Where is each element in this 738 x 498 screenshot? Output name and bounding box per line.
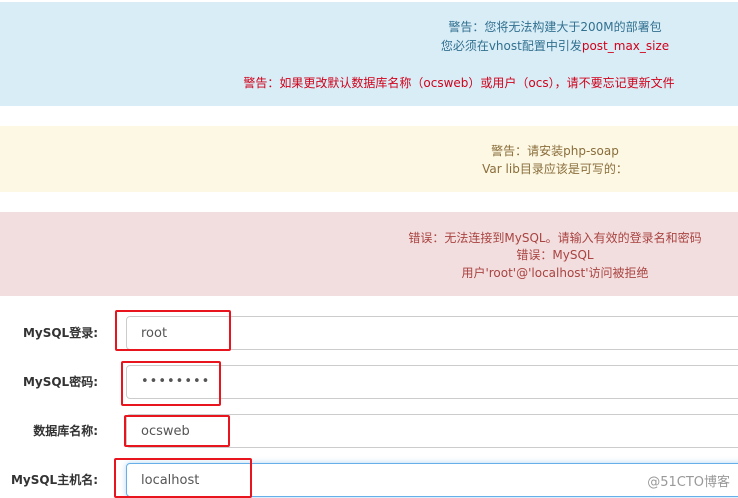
watermark: @51CTO博客 bbox=[647, 475, 730, 490]
mysql-login-input[interactable] bbox=[126, 316, 738, 350]
mysql-login-label: MySQL登录: bbox=[22, 326, 98, 340]
mysql-host-label: MySQL主机名: bbox=[10, 473, 98, 487]
warning-alert-line2: Var lib目录应该是可写的： bbox=[482, 162, 628, 176]
mysql-password-label: MySQL密码: bbox=[22, 375, 98, 389]
info-alert-line1: 警告：您将无法构建大于200M的部署包 bbox=[448, 20, 662, 34]
info-alert-line4: 警告：如果更改默认数据库名称（ocsweb）或用户（ocs），请不要忘记更新文件 bbox=[243, 76, 675, 90]
info-alert-line2-highlight: post_max_size bbox=[581, 39, 670, 53]
error-alert: 错误：无法连接到MySQL。请输入有效的登录名和密码 错误：MySQL 用户'r… bbox=[0, 212, 738, 296]
error-alert-line2: 错误：MySQL bbox=[516, 248, 594, 262]
error-alert-line1: 错误：无法连接到MySQL。请输入有效的登录名和密码 bbox=[408, 231, 702, 245]
database-name-label: 数据库名称: bbox=[33, 424, 98, 438]
info-alert-line2: 您必须在vhost配置中引发post_max_size bbox=[0, 37, 738, 54]
mysql-host-input[interactable] bbox=[126, 463, 738, 497]
warning-alert-line1: 警告：请安装php-soap bbox=[491, 144, 619, 158]
error-alert-line3: 用户'root'@'localhost'访问被拒绝 bbox=[461, 266, 649, 280]
info-alert-line2-prefix: 您必须在vhost配置中引发 bbox=[440, 39, 582, 53]
info-alert: 警告：您将无法构建大于200M的部署包 您必须在vhost配置中引发post_m… bbox=[0, 2, 738, 106]
database-name-input[interactable] bbox=[126, 414, 738, 448]
mysql-password-input[interactable]: •••••••• bbox=[126, 365, 738, 399]
warning-alert: 警告：请安装php-soap Var lib目录应该是可写的： bbox=[0, 126, 738, 192]
